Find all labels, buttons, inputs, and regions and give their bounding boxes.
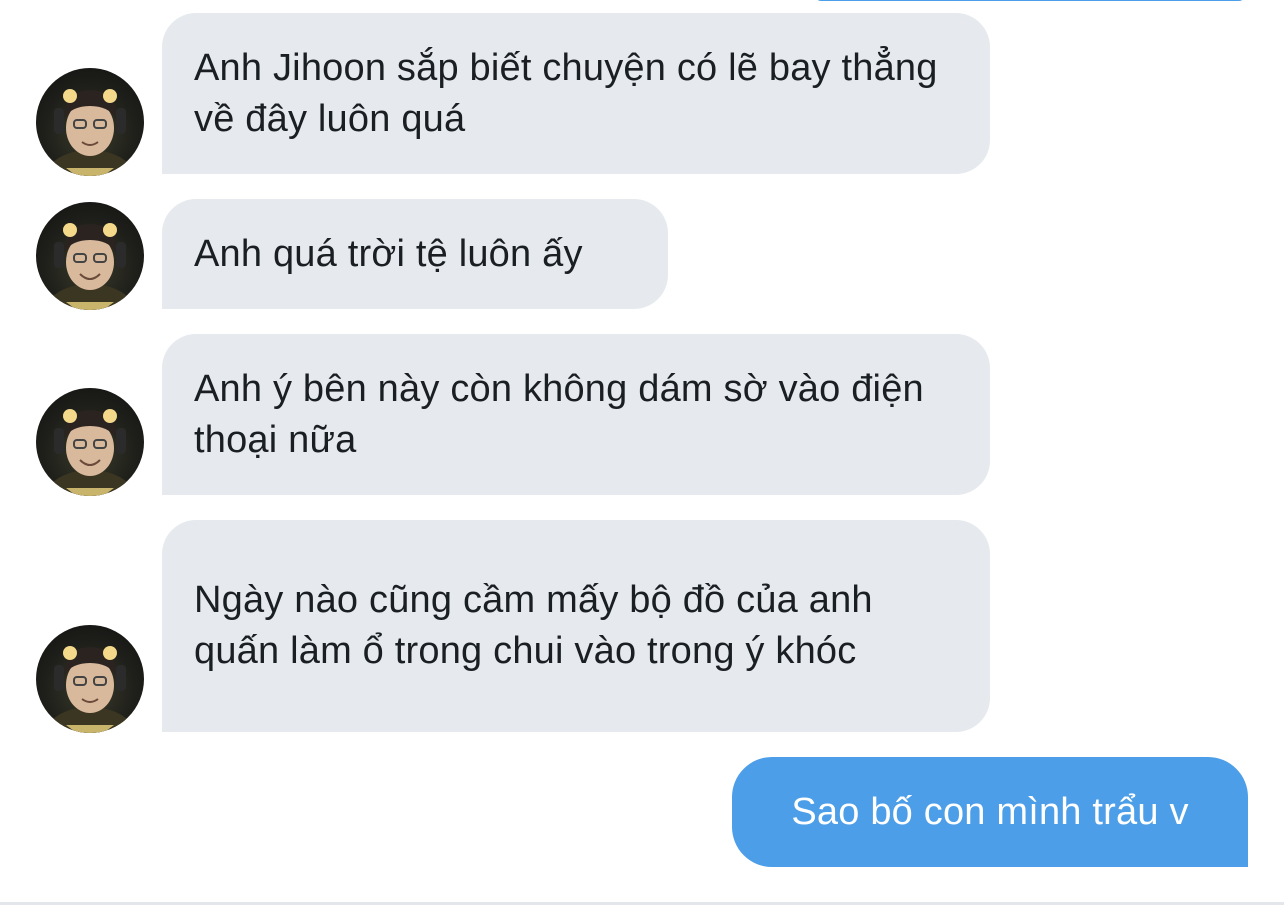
message-text: Sao bố con mình trẩu v: [791, 790, 1189, 833]
sent-bubble-partial-top: [815, 0, 1245, 1]
user-avatar[interactable]: [36, 68, 144, 176]
user-avatar[interactable]: [36, 625, 144, 733]
received-message-bubble[interactable]: Anh quá trời tệ luôn ấy: [162, 199, 668, 309]
user-avatar[interactable]: [36, 388, 144, 496]
user-avatar[interactable]: [36, 202, 144, 310]
sent-message-bubble[interactable]: Sao bố con mình trẩu v: [732, 757, 1248, 867]
received-message-bubble[interactable]: Ngày nào cũng cầm mấy bộ đồ của anh quấn…: [162, 520, 990, 732]
message-text: Anh ý bên này còn không dám sờ vào điện …: [194, 367, 924, 461]
received-message-bubble[interactable]: Anh ý bên này còn không dám sờ vào điện …: [162, 334, 990, 495]
message-text: Ngày nào cũng cầm mấy bộ đồ của anh quấn…: [194, 579, 873, 672]
received-message-bubble[interactable]: Anh Jihoon sắp biết chuyện có lẽ bay thẳ…: [162, 13, 990, 174]
message-text: Anh quá trời tệ luôn ấy: [194, 232, 583, 275]
message-text: Anh Jihoon sắp biết chuyện có lẽ bay thẳ…: [194, 46, 938, 140]
